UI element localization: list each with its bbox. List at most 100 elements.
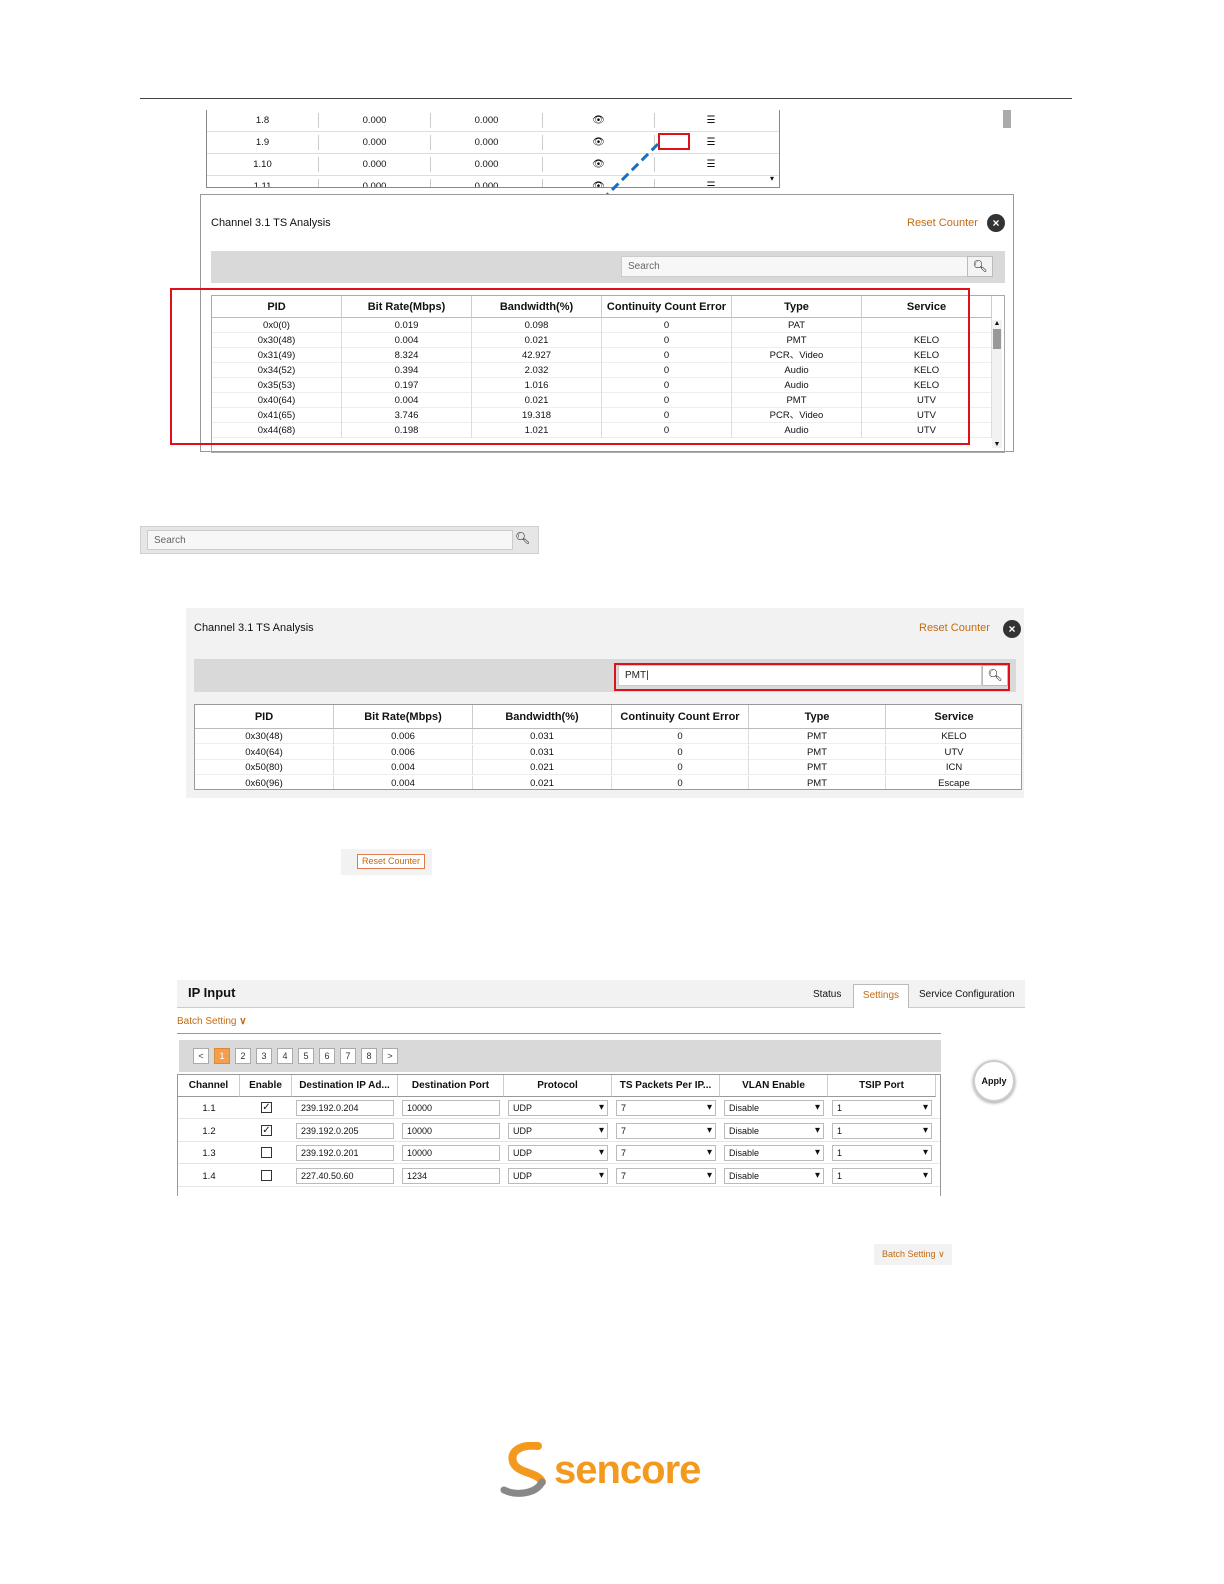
table-cell: ICN [886, 760, 1021, 775]
eye-icon[interactable]: 👁︎ [543, 113, 655, 128]
page-button[interactable]: 6 [319, 1048, 335, 1064]
apply-button[interactable]: Apply [973, 1060, 1015, 1102]
table-cell: 0.031 [473, 744, 612, 760]
column-header: Continuity Count Error [612, 705, 749, 729]
vlan-select[interactable]: Disable [724, 1145, 824, 1161]
table-cell: 0.021 [473, 775, 612, 789]
page-button[interactable]: 4 [277, 1048, 293, 1064]
ip-input-screenshot: IP Input Status Settings Service Configu… [177, 980, 1032, 1196]
table-cell: 1.11 [207, 179, 319, 187]
page-button[interactable]: 1 [214, 1048, 230, 1064]
table-cell: 0.006 [334, 729, 473, 744]
column-header: Bandwidth(%) [473, 705, 612, 729]
page-button[interactable]: 7 [340, 1048, 356, 1064]
page-button[interactable]: 5 [298, 1048, 314, 1064]
table-cell: 0.004 [334, 760, 473, 775]
vlan-select[interactable]: Disable [724, 1167, 824, 1184]
channel-cell: 1.3 [202, 1148, 216, 1159]
search-sample-icon[interactable]: 🔍︎ [515, 531, 530, 545]
page-button[interactable]: 3 [256, 1048, 272, 1064]
column-header: Protocol [504, 1075, 612, 1097]
table-cell: 0x60(96) [195, 775, 334, 789]
channel-cell: 1.2 [202, 1125, 216, 1137]
close-icon[interactable]: × [1003, 620, 1021, 638]
reset-counter-link[interactable]: Reset Counter [919, 622, 990, 634]
packets-select[interactable]: 7 [616, 1167, 716, 1184]
search-sample: Search 🔍︎ [140, 526, 539, 554]
column-header: Destination Port [398, 1075, 504, 1097]
ip-address-field[interactable]: 239.192.0.205 [296, 1122, 394, 1139]
port-field[interactable]: 1234 [402, 1167, 500, 1184]
column-header: TSIP Port [828, 1075, 936, 1097]
table-cell: 0.031 [473, 729, 612, 744]
table-cell: 0x30(48) [195, 729, 334, 744]
protocol-select[interactable]: UDP [508, 1100, 608, 1116]
header-rule [140, 98, 1072, 99]
chevron-down-icon: ∨ [239, 1016, 247, 1027]
search-input[interactable]: Search [621, 256, 969, 277]
search-icon[interactable]: 🔍︎ [967, 256, 993, 277]
tsip-port-select[interactable]: 1 [832, 1167, 932, 1184]
page-button[interactable]: 2 [235, 1048, 251, 1064]
enable-checkbox[interactable] [261, 1169, 272, 1181]
protocol-select[interactable]: UDP [508, 1167, 608, 1184]
table-row: 1.9 0.000 0.000 👁︎ ☰ [207, 132, 779, 154]
table-row: 1.2 ✓ 239.192.0.205 10000 UDP 7 Disable 1 [178, 1120, 940, 1142]
tsip-port-select[interactable]: 1 [832, 1145, 932, 1161]
table-cell: PMT [749, 775, 886, 789]
batch-setting-sample[interactable]: Batch Setting ∨ [874, 1244, 952, 1265]
table-cell: 1.10 [207, 157, 319, 172]
port-field[interactable]: 10000 [402, 1100, 500, 1116]
tsip-port-select[interactable]: 1 [832, 1122, 932, 1139]
table-cell: 0.021 [473, 760, 612, 775]
table-cell: 0.004 [334, 775, 473, 789]
packets-select[interactable]: 7 [616, 1145, 716, 1161]
port-field[interactable]: 10000 [402, 1122, 500, 1139]
table-row: 1.11 0.000 0.000 👁︎ ☰ [207, 176, 779, 187]
enable-checkbox[interactable]: ✓ [261, 1102, 272, 1113]
vlan-select[interactable]: Disable [724, 1122, 824, 1139]
highlight-search-box [614, 663, 1010, 691]
port-field[interactable]: 10000 [402, 1145, 500, 1161]
table-cell: 1.9 [207, 135, 319, 150]
list-icon[interactable]: ☰ [655, 113, 767, 128]
packets-select[interactable]: 7 [616, 1122, 716, 1139]
table-cell: 0.000 [319, 157, 431, 172]
ip-address-field[interactable]: 227.40.50.60 [296, 1167, 394, 1184]
channel-table-scroll-arrow[interactable]: ▾ [770, 174, 774, 183]
tab-service-configuration[interactable]: Service Configuration [919, 989, 1015, 1000]
ip-address-field[interactable]: 239.192.0.204 [296, 1100, 394, 1116]
packets-select[interactable]: 7 [616, 1100, 716, 1116]
column-header: VLAN Enable [720, 1075, 828, 1097]
table-row: 1.10 0.000 0.000 👁︎ ☰ [207, 154, 779, 176]
tab-status[interactable]: Status [813, 989, 841, 1000]
list-icon[interactable]: ☰ [655, 179, 767, 187]
outer-scrollbar-thumb[interactable] [1003, 110, 1011, 128]
table-cell: UTV [886, 745, 1021, 760]
sencore-logo-text: sencore [554, 1448, 701, 1492]
enable-checkbox[interactable] [261, 1147, 272, 1158]
ip-address-field[interactable]: 239.192.0.201 [296, 1145, 394, 1161]
table-cell: 0.000 [319, 179, 431, 187]
tab-settings[interactable]: Settings [853, 984, 909, 1008]
ip-table: Channel Enable Destination IP Ad... Destina… [177, 1074, 941, 1196]
enable-checkbox[interactable]: ✓ [261, 1124, 272, 1136]
vlan-select[interactable]: Disable [724, 1100, 824, 1116]
close-icon[interactable]: × [987, 214, 1005, 232]
page-next-button[interactable]: > [382, 1048, 398, 1064]
search-sample-input[interactable]: Search [147, 530, 513, 550]
table-row: 1.4 227.40.50.60 1234 UDP 7 Disable 1 [178, 1165, 940, 1187]
pid-table-scrollbar[interactable]: ▲ ▼ [992, 320, 1002, 448]
reset-counter-button[interactable]: Reset Counter [357, 854, 425, 869]
protocol-select[interactable]: UDP [508, 1145, 608, 1161]
reset-counter-link[interactable]: Reset Counter [907, 217, 978, 229]
pid-table: PID Bit Rate(Mbps) Bandwidth(%) Continuity … [194, 704, 1022, 790]
column-header: TS Packets Per IP... [612, 1075, 720, 1097]
list-icon[interactable]: ☰ [655, 157, 767, 172]
page-prev-button[interactable]: < [193, 1048, 209, 1064]
protocol-select[interactable]: UDP [508, 1122, 608, 1139]
batch-setting-link[interactable]: Batch Setting ∨ [177, 1016, 247, 1027]
page-button[interactable]: 8 [361, 1048, 377, 1064]
tsip-port-select[interactable]: 1 [832, 1100, 932, 1116]
batch-divider [177, 1033, 941, 1034]
